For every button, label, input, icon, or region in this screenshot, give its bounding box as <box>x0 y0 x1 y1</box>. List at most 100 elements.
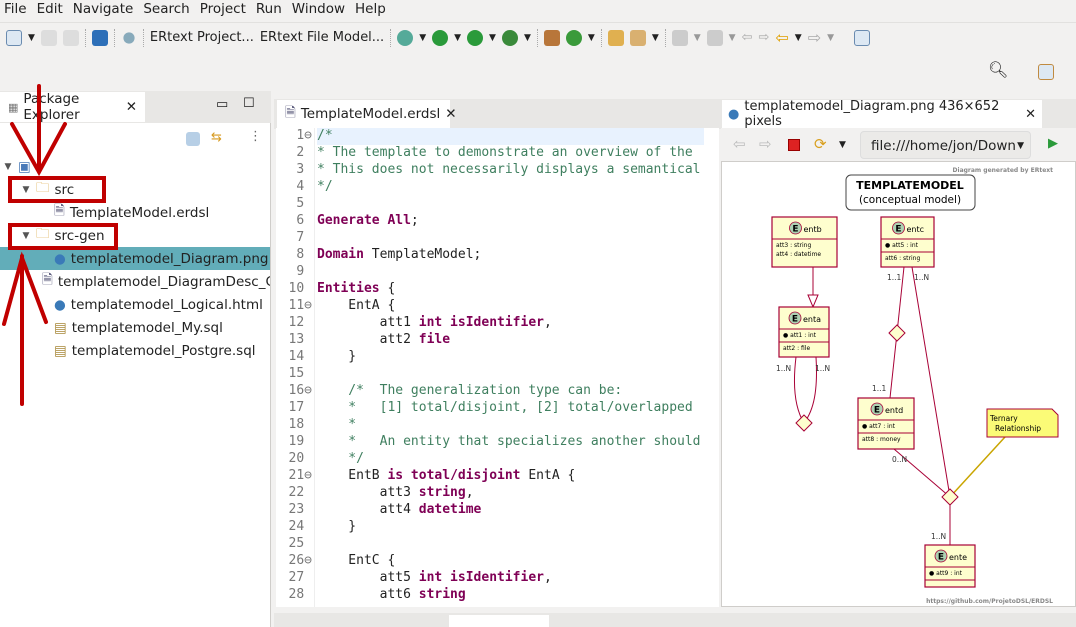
menu-window[interactable]: Window <box>288 0 351 20</box>
entity-badge-letter: E <box>895 225 901 235</box>
close-icon[interactable]: ✕ <box>1025 107 1036 122</box>
back-icon[interactable]: ⇦ <box>733 135 746 153</box>
open-perspective-icon[interactable] <box>854 29 871 46</box>
line-number: 20 <box>288 451 312 466</box>
collapse-all-icon[interactable] <box>186 132 200 146</box>
ertext-project-button[interactable]: ERtext Project... <box>150 30 254 45</box>
chevron-down-icon[interactable]: ▼ <box>827 33 834 43</box>
chevron-down-icon[interactable]: ▼ <box>454 33 461 43</box>
menu-help[interactable]: Help <box>351 0 392 20</box>
chevron-down-icon[interactable]: ▼ <box>524 33 531 43</box>
entity-id-attr: ● att1 : int <box>783 332 817 339</box>
browser-toolbar: ⇦ ⇨ ⟳ ▼ file:///home/jon/Down ▼ ▶ <box>721 128 1076 162</box>
code-line: * This does not necessarily displays a s… <box>317 162 701 177</box>
minimize-icon[interactable]: ▭ <box>216 97 228 112</box>
generalization-arrow <box>807 294 819 309</box>
code-line: att2 file <box>317 332 450 347</box>
line-number: 7 <box>296 230 312 245</box>
menu-project[interactable]: Project <box>196 0 252 20</box>
maximize-icon[interactable]: ☐ <box>243 96 255 111</box>
code-editor[interactable]: 1⊖ /* 2 * The template to demonstrate an o… <box>276 128 719 607</box>
keyword-token: string <box>418 587 466 602</box>
tab-diagram-png[interactable]: ● templatemodel_Diagram.png 436×652 pixe… <box>722 99 1042 129</box>
back-icon[interactable]: ⇦ <box>775 28 788 47</box>
chevron-down-icon[interactable]: ▼ <box>729 33 736 43</box>
chevron-down-icon[interactable]: ▼ <box>489 33 496 43</box>
entity-badge-letter: E <box>874 406 880 416</box>
run-icon[interactable] <box>432 29 449 46</box>
chevron-down-icon[interactable]: ▼ <box>588 33 595 43</box>
entity-attr: att3 : string <box>776 242 811 249</box>
debug-icon[interactable] <box>397 29 414 46</box>
close-icon[interactable]: ✕ <box>445 106 456 122</box>
code-token: EntC { <box>317 553 396 568</box>
next-annotation-icon[interactable] <box>671 29 688 46</box>
comment-token: * An entity that specializes another sho… <box>317 434 701 449</box>
chevron-down-icon[interactable]: ▼ <box>419 33 426 43</box>
search-tool-icon[interactable] <box>629 29 646 46</box>
code-line: * <box>317 417 356 432</box>
cardinality-label: 1..N <box>776 364 791 373</box>
code-line: att4 datetime <box>317 502 482 517</box>
view-menu-icon[interactable]: ⋮ <box>249 129 262 144</box>
url-input[interactable]: file:///home/jon/Down ▼ <box>860 131 1031 159</box>
footer-url: https://github.com/ProjetoDSL/ERDSL <box>926 598 1053 605</box>
entity-id-attr: ● att5 : int <box>885 242 919 249</box>
go-icon[interactable]: ▶ <box>1048 136 1058 151</box>
forward-icon[interactable]: ⇨ <box>759 135 772 153</box>
comment-token: * This does not necessarily displays a s… <box>317 162 701 177</box>
search-icon[interactable]: 🔍︎ <box>988 60 1008 79</box>
chevron-down-icon[interactable]: ▼ <box>1017 141 1024 151</box>
entity-name: enta <box>803 315 821 324</box>
perspective-icon[interactable] <box>1038 64 1054 80</box>
cardinality-label: 1..N <box>815 364 830 373</box>
new-class-icon[interactable] <box>565 29 582 46</box>
entity-attr: att2 : file <box>783 345 810 352</box>
external-tools-icon[interactable] <box>501 29 518 46</box>
forward-icon[interactable]: ⇨ <box>808 28 821 47</box>
forward-edit-icon[interactable]: ⇨ <box>758 30 769 45</box>
code-token: , <box>543 315 552 330</box>
code-token: att6 <box>317 587 419 602</box>
line-number: 12 <box>288 315 312 330</box>
code-token: EntA { <box>317 298 396 313</box>
chevron-down-icon[interactable]: ▼ <box>795 33 802 43</box>
line-number: 23 <box>288 502 312 517</box>
line-number: 15 <box>288 366 312 381</box>
keyword-token: Entities <box>317 281 380 296</box>
bottom-tabbar <box>274 613 1076 627</box>
cardinality-label: 1..1 <box>872 384 887 393</box>
chevron-down-icon[interactable]: ▼ <box>694 33 701 43</box>
open-type-icon[interactable] <box>607 29 624 46</box>
stop-icon[interactable] <box>788 139 800 151</box>
entity-badge-letter: E <box>938 553 944 563</box>
new-package-icon[interactable] <box>543 29 560 46</box>
entity-attr: att8 : money <box>862 436 901 443</box>
chevron-down-icon[interactable]: ▼ <box>652 33 659 43</box>
line-number: 25 <box>288 536 312 551</box>
refresh-icon[interactable]: ⟳ <box>814 135 827 153</box>
relationship-line <box>889 332 898 399</box>
line-number: 3 <box>296 162 312 177</box>
tab-templatemodel-erdsl[interactable]: 🗎︎ TemplateModel.erdsl ✕ <box>277 100 457 128</box>
relationship-diamond <box>795 414 813 432</box>
previous-annotation-icon[interactable] <box>706 29 723 46</box>
link-with-editor-icon[interactable]: ⇆ <box>211 130 222 145</box>
comment-token: */ <box>317 179 333 194</box>
code-line: att5 int isIdentifier, <box>317 570 552 585</box>
keyword-token: datetime <box>418 502 482 517</box>
chevron-down-icon[interactable]: ▼ <box>839 140 846 150</box>
comment-token: /* The generalization type can be: <box>317 383 623 398</box>
run-coverage-icon[interactable] <box>467 29 484 46</box>
comment-token: */ <box>317 451 364 466</box>
relationship-line <box>911 266 951 498</box>
last-edit-icon[interactable]: ⇦ <box>742 30 753 45</box>
menu-run[interactable]: Run <box>252 0 288 20</box>
line-number: 27 <box>288 570 312 585</box>
line-number: 10 <box>288 281 312 296</box>
keyword-token: Generate All <box>317 213 411 228</box>
line-number: 16⊖ <box>288 383 312 398</box>
code-line: Domain TemplateModel; <box>317 247 481 262</box>
ertext-file-model-button[interactable]: ERtext File Model... <box>260 30 384 45</box>
menu-search[interactable]: Search <box>139 0 195 20</box>
